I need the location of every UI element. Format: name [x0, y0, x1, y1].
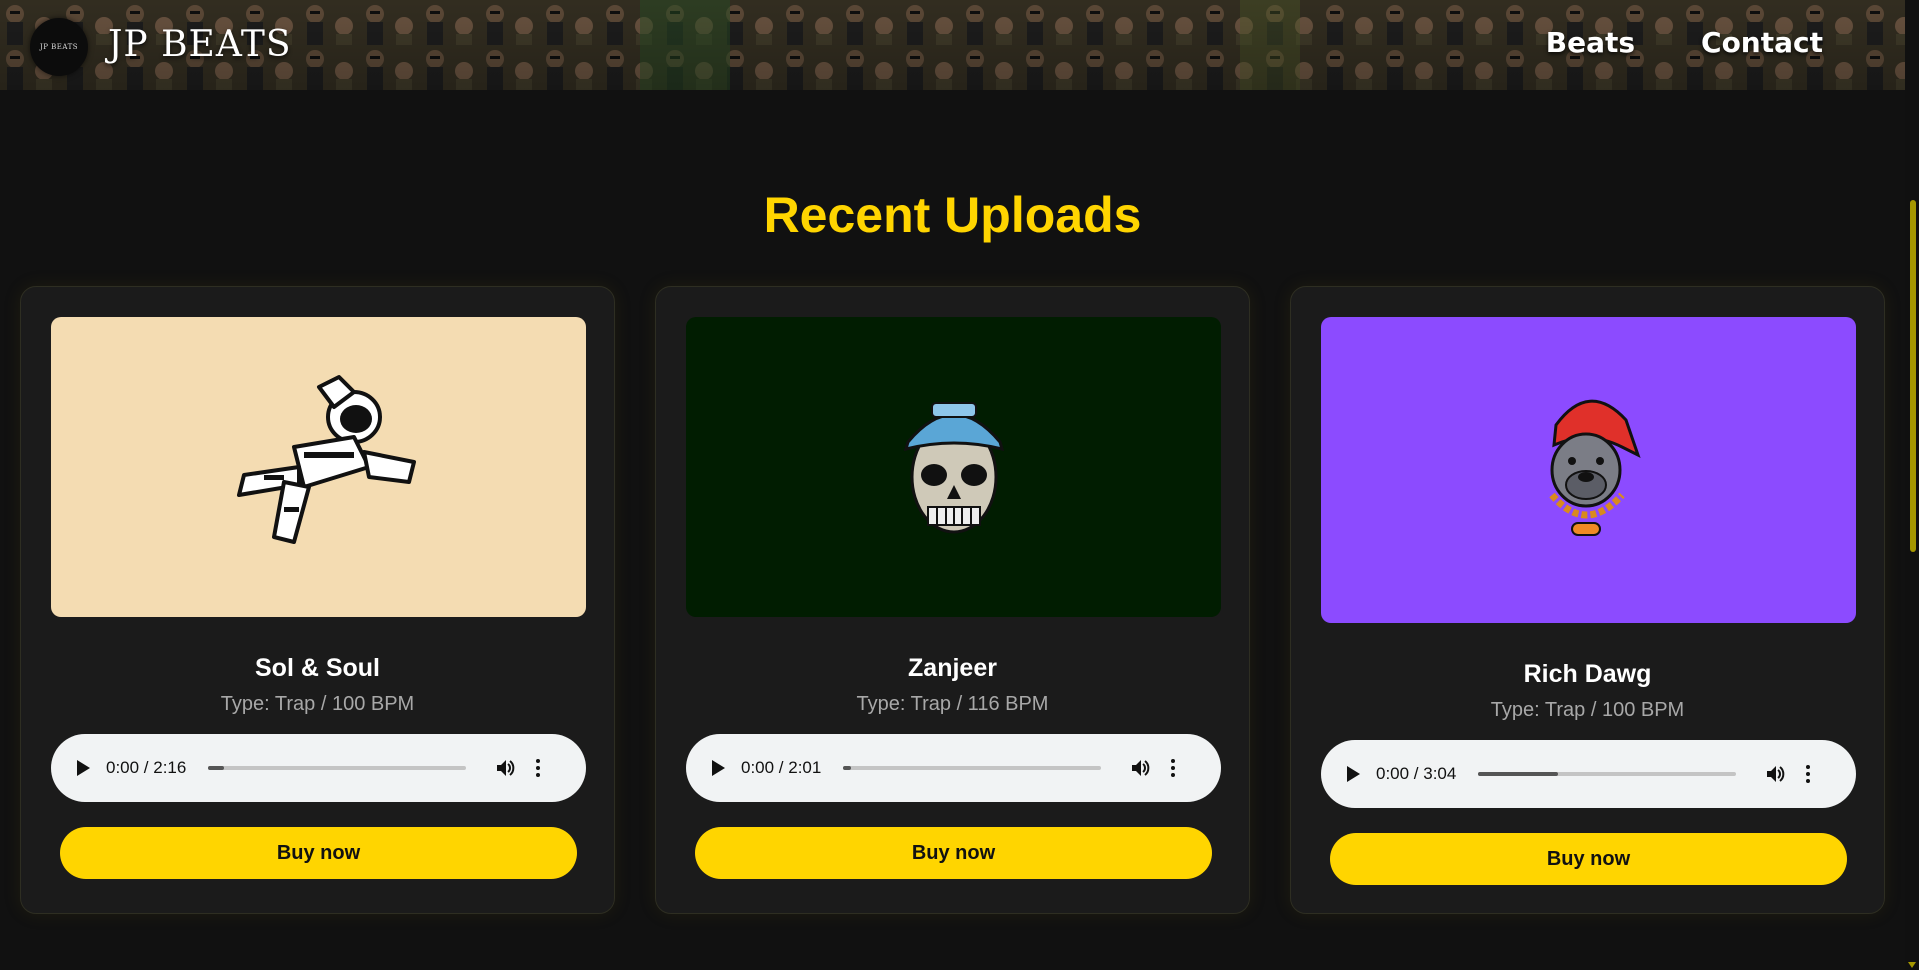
nav-link-beats[interactable]: Beats: [1546, 26, 1635, 59]
play-icon[interactable]: [712, 760, 725, 776]
audio-seek-bar[interactable]: [843, 766, 1102, 770]
scrollbar-thumb[interactable]: [1910, 200, 1916, 552]
buy-now-button[interactable]: Buy now: [60, 827, 577, 879]
audio-player: 0:00 / 2:16: [51, 734, 586, 802]
volume-icon[interactable]: [1764, 762, 1788, 786]
audio-seek-bar[interactable]: [208, 766, 467, 770]
volume-icon[interactable]: [494, 756, 518, 780]
volume-icon[interactable]: [1129, 756, 1153, 780]
beat-cover-image: [686, 317, 1221, 617]
more-options-icon[interactable]: [1806, 765, 1811, 783]
beat-title: Zanjeer: [908, 654, 997, 682]
beat-cover-image: [1321, 317, 1856, 623]
beats-grid: Sol & Soul Type: Trap / 100 BPM 0:00 / 2…: [20, 286, 1885, 914]
audio-seek-bar[interactable]: [1478, 772, 1737, 776]
play-icon[interactable]: [1347, 766, 1360, 782]
play-icon[interactable]: [77, 760, 90, 776]
more-options-icon[interactable]: [1171, 759, 1176, 777]
bulldog-with-cap-and-chain-illustration: [1548, 399, 1641, 536]
skull-with-cap-illustration: [903, 402, 1004, 534]
audio-player: 0:00 / 2:01: [686, 734, 1221, 802]
astronaut-illustration: [236, 375, 416, 544]
audio-time: 0:00 / 2:16: [106, 758, 187, 777]
beat-type: Type: Trap / 100 BPM: [220, 693, 415, 715]
beat-type: Type: Trap / 116 BPM: [856, 693, 1049, 715]
audio-player: 0:00 / 3:04: [1321, 740, 1856, 808]
section-title: Recent Uploads: [763, 187, 1142, 243]
more-options-icon[interactable]: [536, 759, 541, 777]
beat-title: Sol & Soul: [255, 654, 380, 682]
scroll-down-arrow-icon[interactable]: [1908, 962, 1916, 968]
beat-cover-image: [51, 317, 586, 617]
site-header: JP BEATS JP BEATS Beats Contact: [0, 0, 1905, 90]
beat-type: Type: Trap / 100 BPM: [1490, 699, 1685, 721]
page-scrollbar[interactable]: [1905, 0, 1919, 970]
buy-now-button[interactable]: Buy now: [695, 827, 1212, 879]
beat-card: Zanjeer Type: Trap / 116 BPM 0:00 / 2:01…: [655, 286, 1250, 914]
nav-link-contact[interactable]: Contact: [1701, 26, 1823, 59]
buy-now-button[interactable]: Buy now: [1330, 833, 1847, 885]
logo-text: JP BEATS: [39, 43, 79, 51]
beat-title: Rich Dawg: [1523, 660, 1652, 688]
audio-time: 0:00 / 3:04: [1376, 764, 1457, 783]
beat-card: Rich Dawg Type: Trap / 100 BPM 0:00 / 3:…: [1290, 286, 1885, 914]
main-nav: Beats Contact: [1546, 26, 1823, 59]
audio-time: 0:00 / 2:01: [741, 758, 822, 777]
beat-card: Sol & Soul Type: Trap / 100 BPM 0:00 / 2…: [20, 286, 615, 914]
site-brand-name[interactable]: JP BEATS: [108, 24, 292, 65]
site-logo[interactable]: JP BEATS: [30, 18, 88, 76]
